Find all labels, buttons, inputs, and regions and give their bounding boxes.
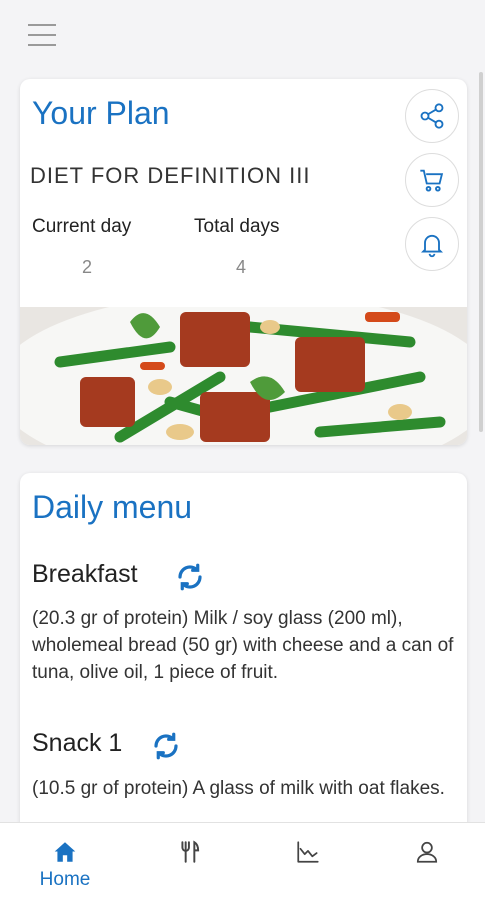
meal-title-snack-1: Snack 1 bbox=[32, 729, 123, 757]
refresh-icon[interactable] bbox=[174, 561, 206, 593]
chart-icon bbox=[297, 841, 319, 863]
nav-profile[interactable] bbox=[382, 823, 472, 900]
current-day-label: Current day bbox=[32, 216, 132, 237]
plan-title: Your Plan bbox=[32, 95, 170, 131]
meal-photo bbox=[20, 307, 467, 445]
plan-card: Your Plan DIET FOR DEFINITION III Curren… bbox=[20, 79, 467, 445]
total-days-label: Total days bbox=[194, 216, 280, 237]
refresh-icon[interactable] bbox=[150, 730, 182, 762]
scrollbar[interactable] bbox=[479, 72, 483, 432]
current-day-value: 2 bbox=[82, 257, 93, 277]
bottom-nav: Home bbox=[0, 822, 485, 900]
fork-knife-icon bbox=[181, 840, 200, 863]
cart-icon bbox=[420, 169, 444, 192]
bell-icon bbox=[420, 234, 444, 258]
nav-progress[interactable] bbox=[263, 823, 353, 900]
nav-meals[interactable] bbox=[145, 823, 235, 900]
plan-name: DIET FOR DEFINITION III bbox=[30, 163, 311, 188]
meal-title-breakfast: Breakfast bbox=[32, 560, 138, 588]
cart-button[interactable] bbox=[405, 153, 459, 207]
menu-icon[interactable] bbox=[28, 24, 56, 48]
meal-description-snack-1: (10.5 gr of protein) A glass of milk wit… bbox=[32, 778, 445, 799]
share-button[interactable] bbox=[405, 89, 459, 143]
daily-menu-card: Daily menu Breakfast (20.3 gr of protein… bbox=[20, 473, 467, 833]
total-days-value: 4 bbox=[236, 257, 247, 277]
nav-home-label: Home bbox=[39, 869, 91, 890]
daily-menu-title: Daily menu bbox=[32, 489, 193, 525]
meal-description-breakfast: (20.3 gr of protein) Milk / soy glass (2… bbox=[32, 608, 454, 683]
profile-icon bbox=[416, 841, 438, 863]
home-icon bbox=[54, 842, 76, 862]
notification-button[interactable] bbox=[405, 217, 459, 271]
share-icon bbox=[420, 103, 444, 129]
top-bar bbox=[0, 0, 485, 72]
nav-home[interactable]: Home bbox=[20, 823, 110, 900]
